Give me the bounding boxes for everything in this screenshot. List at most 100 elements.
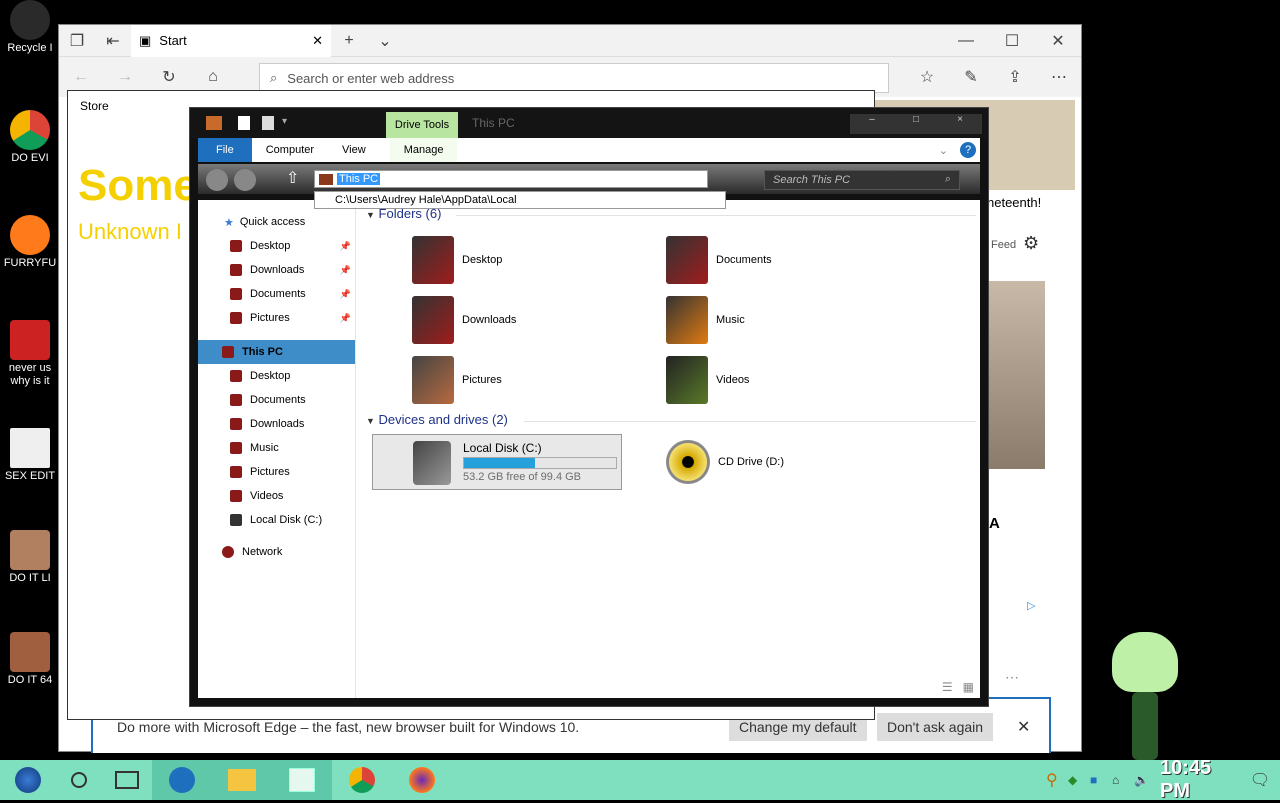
- documents-folder-icon: [666, 236, 708, 284]
- devices-section-header[interactable]: ▼ Devices and drives (2): [366, 412, 976, 427]
- taskbar-store[interactable]: [272, 760, 332, 800]
- notes-icon[interactable]: ✎: [949, 57, 993, 97]
- folder-desktop[interactable]: Desktop: [412, 236, 502, 284]
- search-box[interactable]: Search This PC ⌕: [764, 170, 960, 190]
- tray-search-icon[interactable]: ⚲: [1046, 770, 1068, 790]
- ribbon-expand-chevron-icon[interactable]: ⌄: [939, 144, 948, 157]
- forward-icon[interactable]: →: [103, 61, 147, 93]
- desktop-icon-devcpp[interactable]: never us why is it: [0, 320, 60, 388]
- desktop-icon-hxd[interactable]: SEX EDIT: [0, 428, 60, 482]
- close-tab-icon[interactable]: ✕: [312, 33, 323, 49]
- new-folder-icon[interactable]: [262, 116, 274, 130]
- title-bar: ▾ Drive Tools This PC – □ ×: [190, 108, 988, 138]
- desktop-icon-firefox[interactable]: FURRYFU: [0, 215, 60, 269]
- folder-videos[interactable]: Videos: [666, 356, 749, 404]
- volume-icon[interactable]: 🔈: [1134, 773, 1160, 787]
- taskbar-edge[interactable]: [152, 760, 212, 800]
- nav-qa-desktop[interactable]: Desktop 📌: [198, 234, 355, 258]
- details-view-icon[interactable]: ☰: [942, 680, 953, 694]
- feed-image[interactable]: [989, 281, 1045, 469]
- clock[interactable]: 10:45 PM: [1160, 757, 1240, 803]
- drive-c-tile[interactable]: Local Disk (C:) 53.2 GB free of 99.4 GB: [372, 434, 622, 490]
- menu-computer[interactable]: Computer: [252, 138, 328, 162]
- cortana-button[interactable]: [56, 760, 102, 800]
- close-icon[interactable]: ×: [938, 114, 982, 134]
- tray-shield-icon[interactable]: ◆: [1068, 773, 1090, 787]
- nav-quick-access[interactable]: ★ Quick access: [198, 210, 355, 234]
- menu-view[interactable]: View: [328, 138, 380, 162]
- taskbar-file-explorer[interactable]: [212, 760, 272, 800]
- ad-choices-icon[interactable]: ▷: [1027, 599, 1035, 612]
- nav-pc-desktop[interactable]: Desktop: [198, 364, 355, 388]
- favorites-icon[interactable]: ☆: [905, 57, 949, 97]
- nav-this-pc[interactable]: This PC: [198, 340, 355, 364]
- back-icon[interactable]: ←: [59, 61, 103, 93]
- start-button[interactable]: [0, 760, 56, 800]
- qat-chevron-icon[interactable]: ▾: [282, 116, 287, 127]
- pc-icon: [222, 346, 234, 358]
- address-box[interactable]: This PC: [314, 170, 708, 188]
- refresh-icon[interactable]: ↻: [147, 61, 191, 93]
- home-icon[interactable]: ⌂: [191, 61, 235, 93]
- folder-documents[interactable]: Documents: [666, 236, 772, 284]
- forward-icon[interactable]: [234, 169, 256, 191]
- tray-app-icon[interactable]: ■: [1090, 773, 1112, 787]
- dont-ask-again-button[interactable]: Don't ask again: [877, 713, 994, 741]
- desktop-icon-doit64[interactable]: DO IT 64: [0, 632, 60, 686]
- address-bar[interactable]: ⌕ Search or enter web address: [259, 63, 889, 93]
- tab-start[interactable]: ▣ Start ✕: [131, 24, 331, 57]
- tab-list-chevron-icon[interactable]: ⌄: [367, 25, 403, 57]
- settings-gear-icon[interactable]: ⚙: [1023, 233, 1039, 254]
- menu-file[interactable]: File: [198, 138, 252, 162]
- nav-pc-music[interactable]: Music: [198, 436, 355, 460]
- nav-pc-pictures[interactable]: Pictures: [198, 460, 355, 484]
- nav-pc-downloads[interactable]: Downloads: [198, 412, 355, 436]
- network-tray-icon[interactable]: ⌂: [1112, 773, 1134, 787]
- drive-d-tile[interactable]: CD Drive (D:): [666, 440, 784, 484]
- more-options-icon[interactable]: ⋯: [1005, 669, 1019, 686]
- back-icon[interactable]: [206, 169, 228, 191]
- drive-tools-tab[interactable]: Drive Tools: [386, 112, 458, 138]
- close-window-icon[interactable]: ✕: [1035, 25, 1081, 57]
- folder-music[interactable]: Music: [666, 296, 745, 344]
- nav-qa-downloads[interactable]: Downloads 📌: [198, 258, 355, 282]
- properties-icon[interactable]: [238, 116, 250, 130]
- minimize-icon[interactable]: —: [943, 25, 989, 57]
- up-arrow-icon[interactable]: ⇧: [286, 168, 299, 188]
- desktop-icon-recycle[interactable]: Recycle I: [0, 0, 60, 54]
- folder-downloads[interactable]: Downloads: [412, 296, 516, 344]
- nav-pc-local-disk[interactable]: Local Disk (C:): [198, 508, 355, 532]
- new-tab-icon[interactable]: +: [331, 25, 367, 57]
- close-banner-icon[interactable]: ✕: [1017, 717, 1030, 737]
- share-icon[interactable]: ⇪: [993, 57, 1037, 97]
- explorer-content: ★ Quick access Desktop 📌 Downloads 📌 Docume…: [198, 200, 980, 698]
- desktop-character-image: [1104, 632, 1186, 760]
- large-icons-view-icon[interactable]: ▦: [963, 680, 974, 694]
- feed-headline[interactable]: neteenth!: [987, 195, 1041, 210]
- nav-qa-documents[interactable]: Documents 📌: [198, 282, 355, 306]
- maximize-icon[interactable]: □: [894, 114, 938, 134]
- file-explorer-window: ▾ Drive Tools This PC – □ × File Compute…: [189, 107, 989, 707]
- tab-label: Start: [159, 33, 187, 48]
- tabs-aside-icon[interactable]: ❐: [59, 25, 95, 57]
- action-center-icon[interactable]: 🗨: [1240, 770, 1280, 790]
- more-icon[interactable]: ⋯: [1037, 57, 1081, 97]
- task-view-button[interactable]: [102, 760, 152, 800]
- maximize-icon[interactable]: ☐: [989, 25, 1035, 57]
- help-icon[interactable]: ?: [960, 142, 976, 158]
- folder-pictures[interactable]: Pictures: [412, 356, 502, 404]
- minimize-icon[interactable]: –: [850, 114, 894, 134]
- feed-text: A: [989, 515, 1000, 532]
- nav-network[interactable]: Network: [198, 540, 355, 564]
- pc-icon: [319, 174, 333, 185]
- menu-manage[interactable]: Manage: [389, 138, 458, 162]
- nav-qa-pictures[interactable]: Pictures 📌: [198, 306, 355, 330]
- address-autocomplete[interactable]: C:\Users\Audrey Hale\AppData\Local: [314, 191, 726, 209]
- nav-pc-documents[interactable]: Documents: [198, 388, 355, 412]
- nav-pc-videos[interactable]: Videos: [198, 484, 355, 508]
- set-tabs-aside-icon[interactable]: ⇤: [95, 25, 131, 57]
- desktop-icon-doitli[interactable]: DO IT LI: [0, 530, 60, 584]
- taskbar-firefox[interactable]: [392, 760, 452, 800]
- desktop-icon-chrome[interactable]: DO EVI: [0, 110, 60, 164]
- taskbar-chrome[interactable]: [332, 760, 392, 800]
